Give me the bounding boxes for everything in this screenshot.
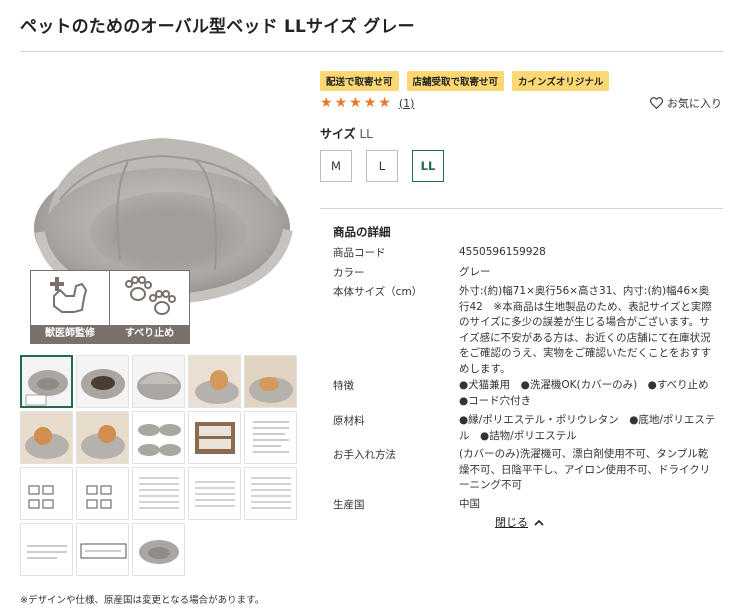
star-icon: ★: [334, 95, 348, 111]
close-details-button[interactable]: 閉じる: [495, 514, 544, 530]
star-icon: ★: [363, 95, 377, 111]
detail-value-size: 外寸:(約)幅71×奥行56×高さ31、内寸:(約)幅46×奥行42 ※本商品は…: [459, 285, 712, 375]
thumbnail-5[interactable]: [244, 355, 297, 408]
thumbnail-12[interactable]: [76, 467, 129, 520]
thumbnail-6[interactable]: [20, 411, 73, 464]
size-selected-value: LL: [359, 127, 373, 141]
star-icon: ★: [349, 95, 362, 111]
thumbnail-2[interactable]: [76, 355, 129, 408]
close-label: 閉じる: [495, 516, 528, 529]
nonslip-badge: すべり止め: [110, 271, 189, 343]
rating: ★ ★ ★ ★ ★ (1): [320, 95, 414, 111]
feature-badges: 獣医師監修 すべり止め: [30, 270, 190, 344]
size-heading: サイズ LL: [320, 125, 373, 142]
detail-value-code: 4550596159928: [459, 246, 546, 258]
size-option-l[interactable]: L: [366, 150, 398, 182]
vet-badge-label: 獣医師監修: [31, 325, 109, 343]
vet-badge: 獣医師監修: [31, 271, 110, 343]
size-option-ll[interactable]: LL: [412, 150, 444, 182]
detail-label-features: 特徴: [333, 380, 354, 392]
details-divider: [320, 208, 723, 209]
thumbnail-8[interactable]: [132, 411, 185, 464]
tag-original: カインズオリジナル: [512, 71, 610, 91]
thumbnail-11[interactable]: [20, 467, 73, 520]
thumbnail-10[interactable]: [244, 411, 297, 464]
thumbnail-4[interactable]: [188, 355, 241, 408]
detail-label-color: カラー: [333, 267, 365, 279]
favorite-label: お気に入り: [667, 97, 722, 110]
detail-label-care: お手入れ方法: [333, 449, 396, 461]
star-icon: ★: [378, 95, 391, 111]
thumbnail-13[interactable]: [132, 467, 185, 520]
star-icon: ★: [320, 95, 333, 111]
thumbnail-9[interactable]: [188, 411, 241, 464]
thumbnail-18[interactable]: [132, 523, 185, 576]
detail-label-code: 商品コード: [333, 247, 386, 259]
detail-label-size: 本体サイズ（cm）: [333, 286, 423, 298]
detail-value-features: ●犬猫兼用 ●洗濯機OK(カバーのみ) ●すべり止め ●コード穴付き: [459, 379, 720, 407]
review-count-link[interactable]: (1): [399, 97, 415, 110]
page-title: ペットのためのオーバル型ベッド LLサイズ グレー: [20, 17, 415, 37]
paw-prints-icon: [110, 271, 189, 325]
thumbnail-1[interactable]: [20, 355, 73, 408]
detail-value-color: グレー: [459, 266, 491, 278]
chevron-up-icon: [534, 519, 544, 526]
details-title: 商品の詳細: [333, 225, 391, 239]
detail-label-origin: 生産国: [333, 499, 365, 511]
size-title: サイズ: [320, 127, 356, 141]
heart-icon: [650, 97, 663, 109]
title-divider: [20, 51, 723, 52]
thumbnail-16[interactable]: [20, 523, 73, 576]
tag-delivery: 配送で取寄せ可: [320, 71, 399, 91]
nonslip-badge-label: すべり止め: [110, 325, 189, 343]
tag-store-pickup: 店舗受取で取寄せ可: [406, 71, 505, 91]
detail-value-materials: ●縁/ポリエステル・ポリウレタン ●底地/ポリエステル ●詰物/ポリエステル: [459, 414, 716, 442]
availability-tags: 配送で取寄せ可 店舗受取で取寄せ可 カインズオリジナル: [320, 71, 610, 91]
thumbnail-17[interactable]: [76, 523, 129, 576]
thumbnail-14[interactable]: [188, 467, 241, 520]
size-option-m[interactable]: M: [320, 150, 352, 182]
detail-value-origin: 中国: [459, 498, 480, 510]
thumbnail-15[interactable]: [244, 467, 297, 520]
thumbnail-7[interactable]: [76, 411, 129, 464]
dog-medical-icon: [31, 271, 109, 325]
favorite-button[interactable]: お気に入り: [650, 95, 722, 111]
footnote: ※デザインや仕様、原産国は変更となる場合があります。: [20, 595, 265, 606]
detail-value-care: (カバーのみ)洗濯機可、漂白剤使用不可、タンブル乾燥不可、日陰平干し、アイロン使…: [459, 448, 711, 492]
thumbnail-3[interactable]: [132, 355, 185, 408]
detail-label-materials: 原材料: [333, 415, 365, 427]
